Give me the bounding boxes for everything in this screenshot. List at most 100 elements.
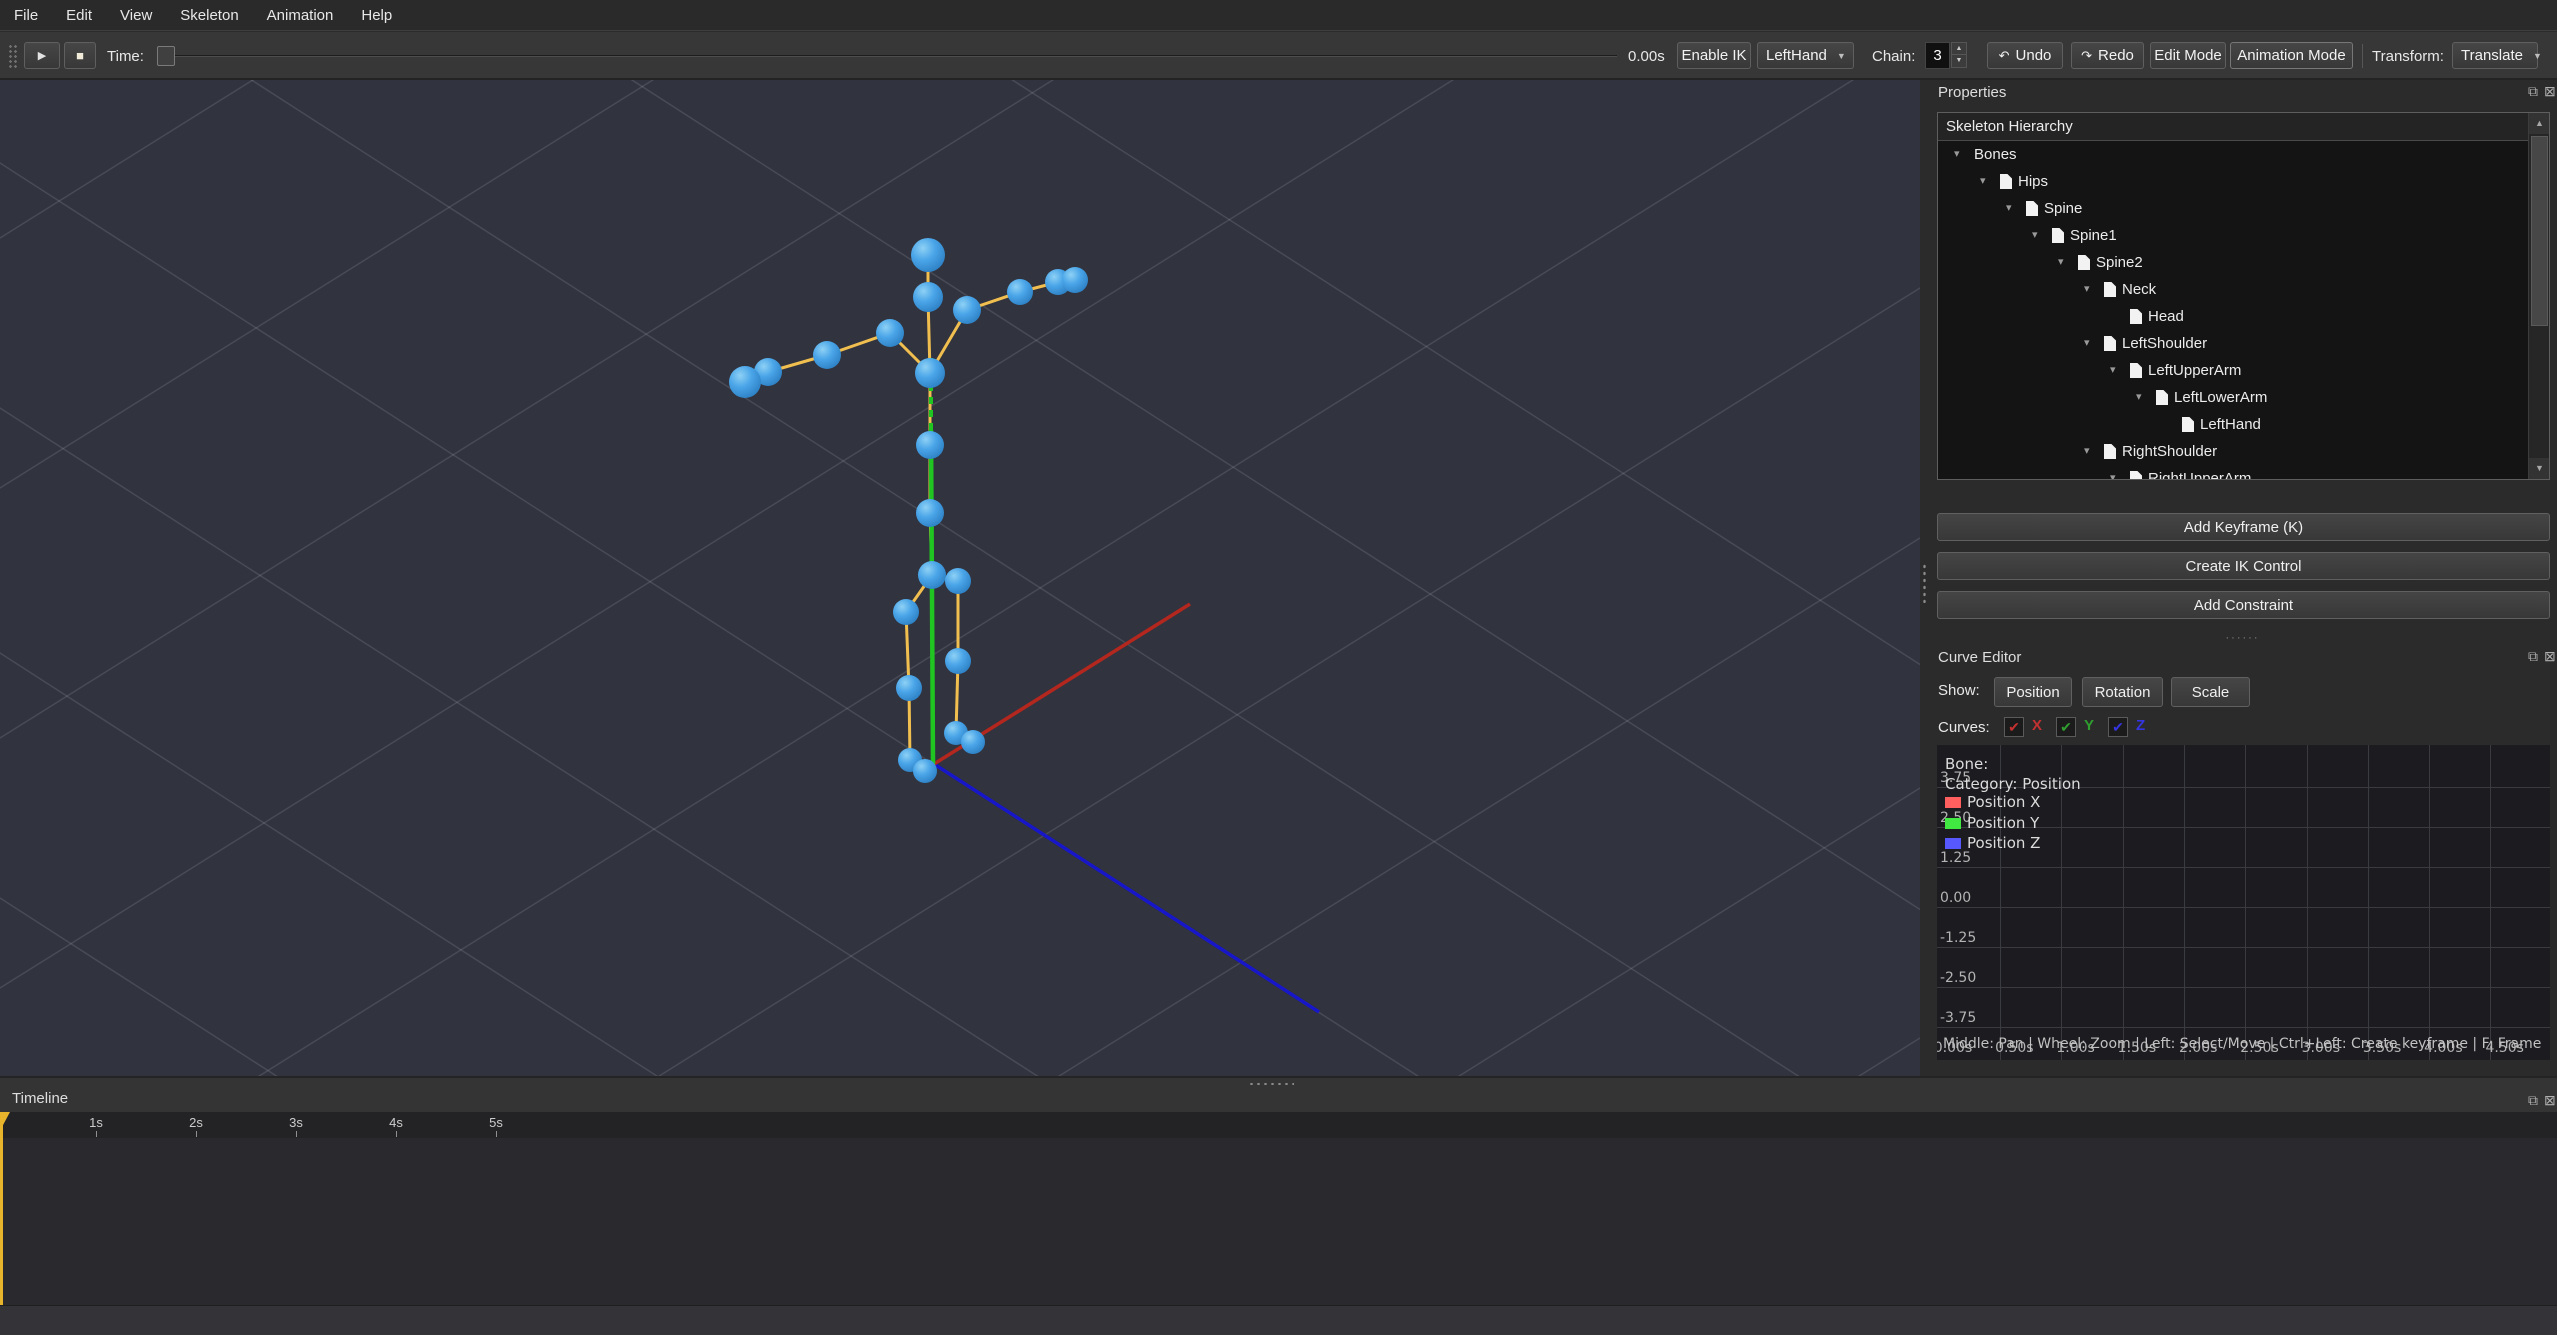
menu-item-help[interactable]: Help xyxy=(347,0,406,31)
add-constraint-button[interactable]: Add Constraint xyxy=(1937,591,2550,619)
spinner-up-icon[interactable]: ▲ xyxy=(1951,42,1967,55)
joint-l_knee[interactable] xyxy=(896,675,922,701)
tree-expand-icon[interactable]: ▾ xyxy=(2006,195,2012,222)
joint-head[interactable] xyxy=(911,238,945,272)
tree-row[interactable]: ▾Hips xyxy=(1938,168,2528,195)
tree-expand-icon[interactable]: ▾ xyxy=(2136,384,2142,411)
tree-expand-icon[interactable]: ▾ xyxy=(1980,168,1986,195)
scroll-down-icon[interactable]: ▼ xyxy=(2529,458,2550,479)
curve-z-checkbox[interactable]: ✔ xyxy=(2108,717,2128,737)
close-icon[interactable]: ⊠ xyxy=(2544,83,2556,100)
tree-row[interactable]: ▾Bones xyxy=(1938,141,2528,168)
tree-row[interactable]: ▾RightShoulder xyxy=(1938,438,2528,465)
ik-target-dropdown[interactable]: LeftHand ▼ xyxy=(1757,42,1854,69)
tree-expand-icon[interactable]: ▾ xyxy=(2110,465,2116,480)
curve-x-checkbox[interactable]: ✔ xyxy=(2004,717,2024,737)
joint-spine2[interactable] xyxy=(915,358,945,388)
tree-expand-icon[interactable]: ▾ xyxy=(2110,357,2116,384)
menu-item-file[interactable]: File xyxy=(0,0,52,31)
stop-button[interactable]: ■ xyxy=(64,42,96,69)
tree-item-label: Spine1 xyxy=(2070,222,2117,249)
redo-button[interactable]: ↷ Redo xyxy=(2071,42,2144,69)
menu-item-animation[interactable]: Animation xyxy=(253,0,348,31)
joint-r_foot[interactable] xyxy=(961,730,985,754)
show-rotation-button[interactable]: Rotation xyxy=(2082,677,2163,707)
tree-expand-icon[interactable]: ▾ xyxy=(2084,330,2090,357)
tree-expand-icon[interactable]: ▾ xyxy=(2058,249,2064,276)
joint-l_hip[interactable] xyxy=(893,599,919,625)
play-icon: ▶ xyxy=(38,49,46,62)
joint-r_shoulder[interactable] xyxy=(953,296,981,324)
joint-hips[interactable] xyxy=(918,561,946,589)
show-scale-button[interactable]: Scale xyxy=(2171,677,2250,707)
menu-item-skeleton[interactable]: Skeleton xyxy=(166,0,252,31)
add-keyframe-k--button[interactable]: Add Keyframe (K) xyxy=(1937,513,2550,541)
timeline-playhead[interactable] xyxy=(0,1112,3,1305)
timeline-track[interactable] xyxy=(0,1138,2557,1305)
tree-row[interactable]: ▾Neck xyxy=(1938,276,2528,303)
panel-splitter[interactable] xyxy=(1920,80,1928,1076)
tree-row[interactable]: Head xyxy=(1938,303,2528,330)
curve-y-checkbox[interactable]: ✔ xyxy=(2056,717,2076,737)
tree-row[interactable]: ▾LeftLowerArm xyxy=(1938,384,2528,411)
timeline-ruler[interactable]: 0s1s2s3s4s5s xyxy=(0,1112,2557,1138)
time-slider[interactable] xyxy=(157,45,1617,67)
spinner-down-icon[interactable]: ▼ xyxy=(1951,55,1967,68)
joint-spine[interactable] xyxy=(916,499,944,527)
toolbar: ▶ ■ Time: 0.00s Enable IK LeftHand ▼ Cha… xyxy=(0,32,2557,80)
play-button[interactable]: ▶ xyxy=(24,42,60,69)
joint-r_elbow[interactable] xyxy=(1007,279,1033,305)
joint-l_hand[interactable] xyxy=(729,366,761,398)
create-ik-control-button[interactable]: Create IK Control xyxy=(1937,552,2550,580)
scrollbar-thumb[interactable] xyxy=(2531,136,2548,326)
float-icon[interactable]: ⧉ xyxy=(2528,1092,2538,1109)
time-slider-handle[interactable] xyxy=(157,46,175,66)
close-icon[interactable]: ⊠ xyxy=(2544,648,2556,665)
float-icon[interactable]: ⧉ xyxy=(2528,83,2538,100)
joint-r_knee[interactable] xyxy=(945,648,971,674)
undo-button[interactable]: ↶ Undo xyxy=(1987,42,2063,69)
joint-l_shoulder[interactable] xyxy=(876,319,904,347)
tree-row[interactable]: ▾Spine xyxy=(1938,195,2528,222)
menu-item-edit[interactable]: Edit xyxy=(52,0,106,31)
close-icon[interactable]: ⊠ xyxy=(2544,1092,2556,1109)
joint-l_foot[interactable] xyxy=(913,759,937,783)
y-tick-label: 1.25 xyxy=(1940,850,1971,866)
tree-expand-icon[interactable]: ▾ xyxy=(1954,141,1960,168)
edit-mode-button[interactable]: Edit Mode xyxy=(2150,42,2226,69)
scroll-up-icon[interactable]: ▲ xyxy=(2529,113,2550,134)
curve-editor-title: Curve Editor xyxy=(1938,649,2021,666)
tree-scrollbar[interactable]: ▲ ▼ xyxy=(2528,113,2549,479)
tree-row[interactable]: ▾LeftUpperArm xyxy=(1938,357,2528,384)
tree-row[interactable]: ▾Spine2 xyxy=(1938,249,2528,276)
joint-spine1[interactable] xyxy=(916,431,944,459)
joint-r_hip[interactable] xyxy=(945,568,971,594)
toolbar-drag-handle-icon[interactable] xyxy=(8,44,18,68)
tree-row[interactable]: ▾RightUpperArm xyxy=(1938,465,2528,480)
joint-neck[interactable] xyxy=(913,282,943,312)
tree-expand-icon[interactable]: ▾ xyxy=(2084,276,2090,303)
timeline-splitter-dots-icon[interactable] xyxy=(1248,1081,1294,1087)
tree-row[interactable]: ▾ Spine1 xyxy=(1938,222,2528,249)
chain-value-field[interactable]: 3 xyxy=(1925,42,1950,69)
animation-mode-button[interactable]: Animation Mode xyxy=(2230,42,2353,69)
toolbar-separator xyxy=(2362,44,2363,68)
joint-r_hand[interactable] xyxy=(1062,267,1088,293)
status-strip xyxy=(0,1305,2557,1335)
float-icon[interactable]: ⧉ xyxy=(2528,648,2538,665)
ik-target-value: LeftHand xyxy=(1766,47,1827,64)
tree-expand-icon[interactable]: ▾ xyxy=(2084,438,2090,465)
tree-row[interactable]: ▾LeftShoulder xyxy=(1938,330,2528,357)
tree-row[interactable]: LeftHand xyxy=(1938,411,2528,438)
menu-item-view[interactable]: View xyxy=(106,0,166,31)
enable-ik-button[interactable]: Enable IK xyxy=(1677,42,1751,69)
joint-l_elbow[interactable] xyxy=(813,341,841,369)
show-position-button[interactable]: Position xyxy=(1994,677,2072,707)
transform-dropdown[interactable]: Translate ▼ xyxy=(2452,42,2538,69)
curve-graph[interactable]: 3.752.501.250.00-1.25-2.50-3.750.00s0.50… xyxy=(1937,745,2550,1060)
doc-icon xyxy=(2026,201,2038,216)
dock-splitter-dots-icon[interactable]: ······ xyxy=(1928,632,2557,644)
tree-expand-icon[interactable]: ▾ xyxy=(2032,222,2038,249)
time-label: Time: xyxy=(107,32,144,80)
viewport-3d[interactable] xyxy=(0,80,1920,1076)
